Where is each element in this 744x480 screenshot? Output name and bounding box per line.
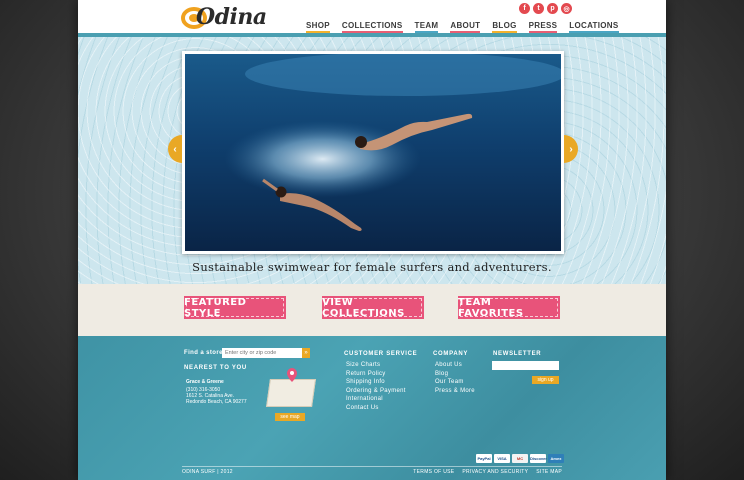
logo-text: Odina [196,4,267,30]
nearest-heading: NEAREST TO YOU [184,365,247,371]
pinterest-icon[interactable]: p [547,3,558,14]
footer-bottom-links: TERMS OF USE PRIVACY AND SECURITY SITE M… [413,469,562,475]
about-us-link[interactable]: About Us [435,361,475,370]
contact-us-link[interactable]: Contact Us [346,404,406,413]
ordering-payment-link[interactable]: Ordering & Payment [346,387,406,396]
copyright: ODINA SURF | 2012 [182,469,233,475]
discover-icon: Discover [530,454,547,463]
instagram-icon[interactable]: ◎ [561,3,572,14]
nav-blog[interactable]: BLOG [486,21,522,33]
site-map-link[interactable]: SITE MAP [536,469,562,475]
nav-press[interactable]: PRESS [523,21,564,33]
store-search-input[interactable] [222,348,302,358]
hero-slideshow [182,51,564,254]
nav-collections[interactable]: COLLECTIONS [336,21,409,33]
size-charts-link[interactable]: Size Charts [346,361,406,370]
hero-image[interactable] [185,54,561,251]
store-address-line2: Redondo Beach, CA 90277 [186,399,247,405]
page: Odina f t p ◎ SHOP COLLECTIONS TEAM ABOU… [78,0,666,480]
return-policy-link[interactable]: Return Policy [346,370,406,379]
nav-locations[interactable]: LOCATIONS [563,21,624,33]
facebook-icon[interactable]: f [519,3,530,14]
site-footer: Find a store: » NEAREST TO YOU Grace & G… [78,336,666,480]
company-heading: COMPANY [433,351,469,357]
our-team-link[interactable]: Our Team [435,378,475,387]
site-header: Odina f t p ◎ SHOP COLLECTIONS TEAM ABOU… [78,0,666,35]
international-link[interactable]: International [346,395,406,404]
footer-divider [182,466,562,467]
shipping-info-link[interactable]: Shipping Info [346,378,406,387]
customer-service-heading: CUSTOMER SERVICE [344,351,418,357]
map-icon[interactable] [266,379,316,407]
nav-team[interactable]: TEAM [409,21,445,33]
featured-style-button[interactable]: FEATURED STYLE [184,296,286,319]
mastercard-icon: MC [512,454,528,463]
blog-link[interactable]: Blog [435,370,475,379]
sign-up-button[interactable]: sign up [532,376,559,384]
paypal-icon: PayPal [476,454,492,463]
nav-about[interactable]: ABOUT [444,21,486,33]
see-map-button[interactable]: see map [275,413,305,421]
find-store-label: Find a store: [184,350,226,356]
amex-icon: Amex [548,454,564,463]
company-links: About Us Blog Our Team Press & More [435,361,475,395]
privacy-security-link[interactable]: PRIVACY AND SECURITY [462,469,528,475]
terms-of-use-link[interactable]: TERMS OF USE [413,469,454,475]
map-pin-icon [287,368,297,382]
twitter-icon[interactable]: t [533,3,544,14]
underwater-surfers-photo [185,54,561,251]
nav-shop[interactable]: SHOP [300,21,336,33]
newsletter-email-input[interactable] [492,361,559,370]
social-links: f t p ◎ [519,3,572,14]
press-more-link[interactable]: Press & More [435,387,475,396]
store-search-button[interactable]: » [302,348,310,358]
team-favorites-button[interactable]: TEAM FAVORITES [458,296,560,319]
main-nav: SHOP COLLECTIONS TEAM ABOUT BLOG PRESS L… [300,21,625,33]
newsletter-heading: NEWSLETTER [493,351,542,357]
tagline: Sustainable swimwear for female surfers … [192,260,552,274]
store-name: Grace & Greene [186,379,224,385]
visa-icon: VISA [494,454,510,463]
customer-service-links: Size Charts Return Policy Shipping Info … [346,361,406,412]
view-collections-button[interactable]: VIEW COLLECTIONS [322,296,424,319]
